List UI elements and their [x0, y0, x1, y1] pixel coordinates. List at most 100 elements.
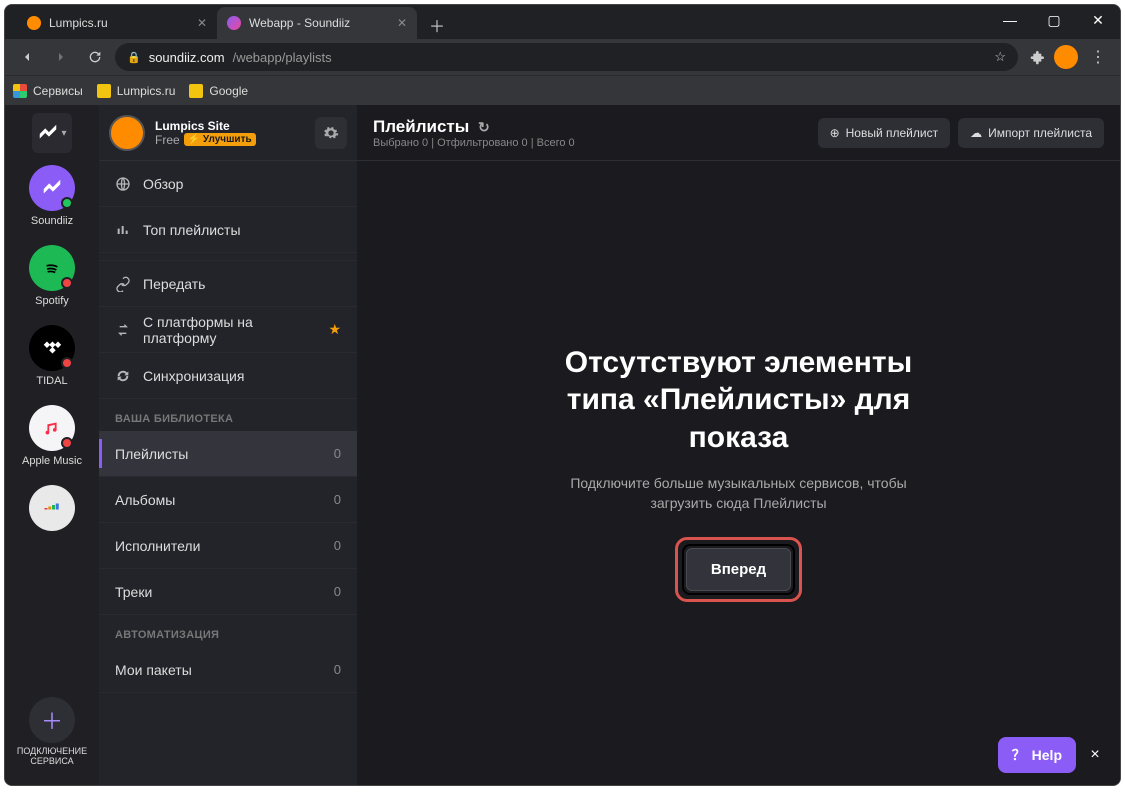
upgrade-badge[interactable]: ⚡ Улучшить: [184, 133, 256, 146]
settings-button[interactable]: [315, 117, 347, 149]
lock-icon: 🔒: [127, 51, 141, 64]
reload-button[interactable]: [81, 43, 109, 71]
menu-label: Альбомы: [115, 492, 175, 508]
menu-platform-to-platform[interactable]: С платформы на платформу ★: [99, 307, 357, 353]
menu-label: Плейлисты: [115, 446, 188, 462]
page-header: Плейлисты ↻ Выбрано 0 | Отфильтровано 0 …: [357, 105, 1120, 161]
count-badge: 0: [334, 492, 341, 507]
button-label: Импорт плейлиста: [988, 126, 1092, 140]
globe-icon: [115, 176, 131, 192]
folder-icon: [97, 84, 111, 98]
menu-label: Синхронизация: [143, 368, 244, 384]
forward-button[interactable]: [47, 43, 75, 71]
app-area: ▾ Soundiiz Spotify: [5, 105, 1120, 785]
bookmark-lumpics[interactable]: Lumpics.ru: [97, 84, 176, 98]
menu-label: Обзор: [143, 176, 183, 192]
rail-label: TIDAL: [36, 375, 67, 387]
menu-top-playlists[interactable]: Топ плейлисты: [99, 207, 357, 253]
status-dot-icon: [61, 357, 73, 369]
back-button[interactable]: [13, 43, 41, 71]
chart-icon: [115, 222, 131, 238]
extensions-button[interactable]: [1024, 45, 1048, 69]
bookmark-label: Lumpics.ru: [117, 84, 176, 98]
rail-add-service[interactable]: ＋ ПОДКЛЮЧЕНИЕ СЕРВИСА: [5, 691, 99, 777]
profile-avatar[interactable]: [1054, 45, 1078, 69]
new-tab-button[interactable]: ＋: [423, 11, 451, 39]
help-close-button[interactable]: ×: [1082, 742, 1108, 768]
rail-item-spotify[interactable]: Spotify: [5, 239, 99, 313]
url-host: soundiiz.com: [149, 50, 225, 65]
close-window-button[interactable]: ✕: [1076, 5, 1120, 35]
folder-icon: [189, 84, 203, 98]
new-playlist-button[interactable]: ⊕ Новый плейлист: [818, 118, 951, 148]
section-automation: АВТОМАТИЗАЦИЯ: [99, 615, 357, 647]
menu-playlists[interactable]: Плейлисты 0: [99, 431, 357, 477]
refresh-icon[interactable]: ↻: [478, 119, 490, 135]
status-dot-icon: [61, 277, 73, 289]
user-avatar[interactable]: [109, 115, 145, 151]
section-library: ВАША БИБЛИОТЕКА: [99, 399, 357, 431]
tab-lumpics[interactable]: Lumpics.ru ✕: [17, 7, 217, 39]
close-tab-icon[interactable]: ✕: [197, 16, 207, 30]
address-bar[interactable]: 🔒 soundiiz.com/webapp/playlists ☆: [115, 43, 1018, 71]
page-title-block: Плейлисты ↻ Выбрано 0 | Отфильтровано 0 …: [373, 117, 575, 149]
user-panel: Lumpics Site Free ⚡ Улучшить: [99, 105, 357, 161]
sidebar: Lumpics Site Free ⚡ Улучшить Обзор Топ п…: [99, 105, 357, 785]
apps-icon: [13, 84, 27, 98]
tab-label: Webapp - Soundiiz: [249, 16, 350, 30]
page-subtitle: Выбрано 0 | Отфильтровано 0 | Всего 0: [373, 137, 575, 149]
favicon-icon: [27, 16, 41, 30]
menu-transfer[interactable]: Передать: [99, 261, 357, 307]
menu-my-packs[interactable]: Мои пакеты 0: [99, 647, 357, 693]
help-label: Help: [1032, 747, 1062, 763]
bookmarks-bar: Сервисы Lumpics.ru Google: [5, 75, 1120, 105]
rail-item-soundiiz[interactable]: Soundiiz: [5, 159, 99, 233]
rail-item-deezer[interactable]: [5, 479, 99, 537]
empty-state: Отсутствуют элементы типа «Плейлисты» дл…: [357, 161, 1120, 785]
menu-overview[interactable]: Обзор: [99, 161, 357, 207]
plus-icon: ＋: [29, 697, 75, 743]
help-button[interactable]: ？ Help: [998, 737, 1076, 773]
menu-label: С платформы на платформу: [143, 314, 273, 346]
bookmark-star-icon[interactable]: ☆: [994, 49, 1006, 65]
count-badge: 0: [334, 446, 341, 461]
forward-cta-button[interactable]: Вперед: [686, 548, 791, 591]
bookmark-label: Сервисы: [33, 84, 83, 98]
empty-title: Отсутствуют элементы типа «Плейлисты» дл…: [529, 344, 949, 457]
menu-label: Топ плейлисты: [143, 222, 241, 238]
favicon-icon: [227, 16, 241, 30]
menu-tracks[interactable]: Треки 0: [99, 569, 357, 615]
swap-icon: [115, 322, 131, 338]
window-controls: — ▢ ✕: [988, 5, 1120, 35]
bookmark-google[interactable]: Google: [189, 84, 248, 98]
rail-item-apple-music[interactable]: Apple Music: [5, 399, 99, 473]
menu-label: Мои пакеты: [115, 662, 192, 678]
rail-add-label: ПОДКЛЮЧЕНИЕ СЕРВИСА: [5, 747, 99, 767]
maximize-button[interactable]: ▢: [1032, 5, 1076, 35]
count-badge: 0: [334, 584, 341, 599]
status-dot-icon: [61, 197, 73, 209]
star-icon: ★: [328, 321, 341, 338]
minimize-button[interactable]: —: [988, 5, 1032, 35]
import-playlist-button[interactable]: ☁ Импорт плейлиста: [958, 118, 1104, 148]
close-tab-icon[interactable]: ✕: [397, 16, 407, 30]
page-title: Плейлисты: [373, 117, 469, 136]
tab-strip: Lumpics.ru ✕ Webapp - Soundiiz ✕ ＋ — ▢ ✕: [5, 5, 1120, 39]
menu-sync[interactable]: Синхронизация: [99, 353, 357, 399]
rail-item-tidal[interactable]: TIDAL: [5, 319, 99, 393]
bookmark-services[interactable]: Сервисы: [13, 84, 83, 98]
menu-albums[interactable]: Альбомы 0: [99, 477, 357, 523]
status-dot-icon: [61, 437, 73, 449]
header-actions: ⊕ Новый плейлист ☁ Импорт плейлиста: [818, 118, 1104, 148]
menu-artists[interactable]: Исполнители 0: [99, 523, 357, 569]
user-info: Lumpics Site Free ⚡ Улучшить: [155, 119, 256, 147]
help-widget: ？ Help ×: [998, 737, 1108, 773]
sync-icon: [115, 368, 131, 384]
tab-soundiiz[interactable]: Webapp - Soundiiz ✕: [217, 7, 417, 39]
user-name: Lumpics Site: [155, 119, 256, 133]
browser-toolbar: 🔒 soundiiz.com/webapp/playlists ☆ ⋮: [5, 39, 1120, 75]
menu-label: Передать: [143, 276, 205, 292]
service-rail: ▾ Soundiiz Spotify: [5, 105, 99, 785]
rail-logo[interactable]: ▾: [32, 113, 72, 153]
menu-button[interactable]: ⋮: [1084, 43, 1112, 71]
